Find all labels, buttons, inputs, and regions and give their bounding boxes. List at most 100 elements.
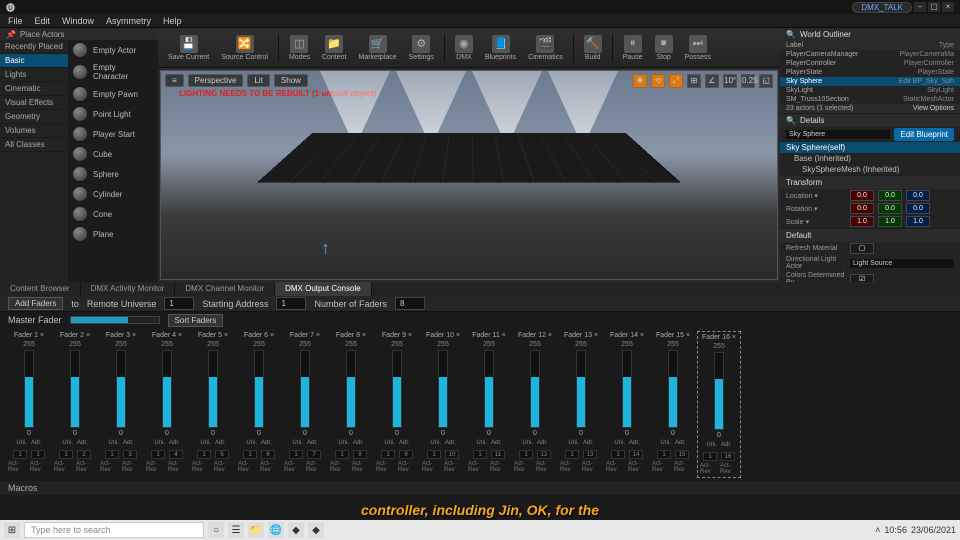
edit-blueprint-button[interactable]: Edit Blueprint <box>894 128 954 141</box>
transform-header[interactable]: Transform <box>780 176 960 189</box>
category-lights[interactable]: Lights <box>0 68 68 82</box>
actor-cone[interactable]: Cone <box>68 204 158 224</box>
master-fader-slider[interactable] <box>70 316 160 324</box>
app-icon[interactable]: ◆ <box>308 522 324 538</box>
tab-content-browser[interactable]: Content Browser <box>0 282 81 296</box>
fader-uni-input[interactable]: 1 <box>519 450 533 459</box>
fader-uni-input[interactable]: 1 <box>335 450 349 459</box>
start-button[interactable]: ⊞ <box>4 522 20 538</box>
actor-cube[interactable]: Cube <box>68 144 158 164</box>
actor-point-light[interactable]: Point Light <box>68 104 158 124</box>
toolbar-blueprints[interactable]: 📘Blueprints <box>481 33 520 63</box>
menu-window[interactable]: Window <box>62 14 94 27</box>
translate-gizmo-icon[interactable]: ✥ <box>633 74 647 88</box>
camera-speed[interactable]: 0.25 <box>741 74 755 88</box>
pin-icon[interactable]: 📌 <box>6 30 16 39</box>
fader-adr-input[interactable]: 1 <box>31 450 45 459</box>
tab-dmx-channel[interactable]: DMX Channel Monitor <box>175 282 275 296</box>
search-icon[interactable]: 🔍 <box>786 116 796 125</box>
view-options[interactable]: View Options <box>913 105 954 112</box>
category-cinematic[interactable]: Cinematic <box>0 82 68 96</box>
snap-scale-icon[interactable]: 10° <box>723 74 737 88</box>
scale-gizmo-icon[interactable]: ⤢ <box>669 74 683 88</box>
outliner-row[interactable]: PlayerCameraManagerPlayerCameraMa <box>780 50 960 59</box>
rotate-gizmo-icon[interactable]: ⟲ <box>651 74 665 88</box>
fader-uni-input[interactable]: 1 <box>703 452 717 461</box>
actor-cylinder[interactable]: Cylinder <box>68 184 158 204</box>
actor-empty-pawn[interactable]: Empty Pawn <box>68 84 158 104</box>
fader-adr-input[interactable]: 3 <box>123 450 137 459</box>
app-icon[interactable]: ◆ <box>288 522 304 538</box>
fader-adr-input[interactable]: 7 <box>307 450 321 459</box>
toolbar-dmx[interactable]: ◉DMX <box>451 33 477 63</box>
outliner-row[interactable]: PlayerControllerPlayerController <box>780 59 960 68</box>
light-actor-select[interactable]: Light Source <box>850 259 954 268</box>
search-icon[interactable]: 🔍 <box>786 30 796 39</box>
fader-uni-input[interactable]: 1 <box>473 450 487 459</box>
clock-time[interactable]: 10:56 <box>884 525 907 535</box>
toolbar-marketplace[interactable]: 🛒Marketplace <box>355 33 401 63</box>
tray-chevron-icon[interactable]: ˄ <box>875 525 880 535</box>
fader-adr-input[interactable]: 11 <box>491 450 505 459</box>
component-item[interactable]: SkySphereMesh (Inherited) <box>786 165 899 174</box>
toolbar-save-current[interactable]: 💾Save Current <box>164 33 213 63</box>
fader-uni-input[interactable]: 1 <box>289 450 303 459</box>
fader-adr-input[interactable]: 12 <box>537 450 551 459</box>
taskbar-search[interactable]: Type here to search <box>24 522 204 538</box>
viewport-lit[interactable]: Lit <box>247 74 269 87</box>
viewport-menu[interactable]: ≡ <box>165 74 184 87</box>
maximize-viewport-icon[interactable]: ◱ <box>759 74 773 88</box>
toolbar-cinematics[interactable]: 🎬Cinematics <box>524 33 567 63</box>
sort-faders-button[interactable]: Sort Faders <box>168 314 224 327</box>
fader-adr-input[interactable]: 4 <box>169 450 183 459</box>
fader-uni-input[interactable]: 1 <box>151 450 165 459</box>
fader-slider[interactable] <box>24 350 34 428</box>
menu-help[interactable]: Help <box>163 14 182 27</box>
fader-adr-input[interactable]: 9 <box>399 450 413 459</box>
tab-dmx-activity[interactable]: DMX Activity Monitor <box>81 282 176 296</box>
fader-adr-input[interactable]: 10 <box>445 450 459 459</box>
fader-adr-input[interactable]: 5 <box>215 450 229 459</box>
fader-uni-input[interactable]: 1 <box>243 450 257 459</box>
toolbar-source-control[interactable]: 🔀Source Control <box>217 33 272 63</box>
toolbar-possess[interactable]: ⏭Possess <box>681 33 715 63</box>
fader-uni-input[interactable]: 1 <box>59 450 73 459</box>
fader-adr-input[interactable]: 2 <box>77 450 91 459</box>
actor-plane[interactable]: Plane <box>68 224 158 244</box>
fader-slider[interactable] <box>208 350 218 428</box>
category-geometry[interactable]: Geometry <box>0 110 68 124</box>
toolbar-stop[interactable]: ⏹Stop <box>651 33 677 63</box>
category-basic[interactable]: Basic <box>0 54 68 68</box>
explorer-icon[interactable]: 📁 <box>248 522 264 538</box>
fader-slider[interactable] <box>438 350 448 428</box>
actor-player-start[interactable]: Player Start <box>68 124 158 144</box>
fader-adr-input[interactable]: 15 <box>675 450 689 459</box>
menu-asymmetry[interactable]: Asymmetry <box>106 14 151 27</box>
task-view-icon[interactable]: ☰ <box>228 522 244 538</box>
add-faders-button[interactable]: Add Faders <box>8 297 63 310</box>
toolbar-build[interactable]: 🔨Build <box>580 33 606 63</box>
menu-edit[interactable]: Edit <box>35 14 51 27</box>
fader-adr-input[interactable]: 8 <box>353 450 367 459</box>
fader-slider[interactable] <box>668 350 678 428</box>
fader-uni-input[interactable]: 1 <box>427 450 441 459</box>
actor-empty-character[interactable]: Empty Character <box>68 60 158 84</box>
close-button[interactable]: × <box>942 2 954 12</box>
category-all-classes[interactable]: All Classes <box>0 138 68 152</box>
fader-slider[interactable] <box>70 350 80 428</box>
fader-slider[interactable] <box>714 352 724 430</box>
viewport[interactable]: ≡ Perspective Lit Show ✥ ⟲ ⤢ ⊞ ∠ 10° 0.2… <box>160 70 778 280</box>
fader-slider[interactable] <box>484 350 494 428</box>
snap-grid-icon[interactable]: ⊞ <box>687 74 701 88</box>
viewport-show[interactable]: Show <box>274 74 308 87</box>
fader-slider[interactable] <box>116 350 126 428</box>
fader-adr-input[interactable]: 6 <box>261 450 275 459</box>
maximize-button[interactable]: ▢ <box>928 2 940 12</box>
fader-slider[interactable] <box>254 350 264 428</box>
outliner-row[interactable]: PlayerStatePlayerState <box>780 68 960 77</box>
menu-file[interactable]: File <box>8 14 23 27</box>
snap-angle-icon[interactable]: ∠ <box>705 74 719 88</box>
tab-dmx-output[interactable]: DMX Output Console <box>275 282 372 296</box>
edge-icon[interactable]: 🌐 <box>268 522 284 538</box>
fader-slider[interactable] <box>346 350 356 428</box>
